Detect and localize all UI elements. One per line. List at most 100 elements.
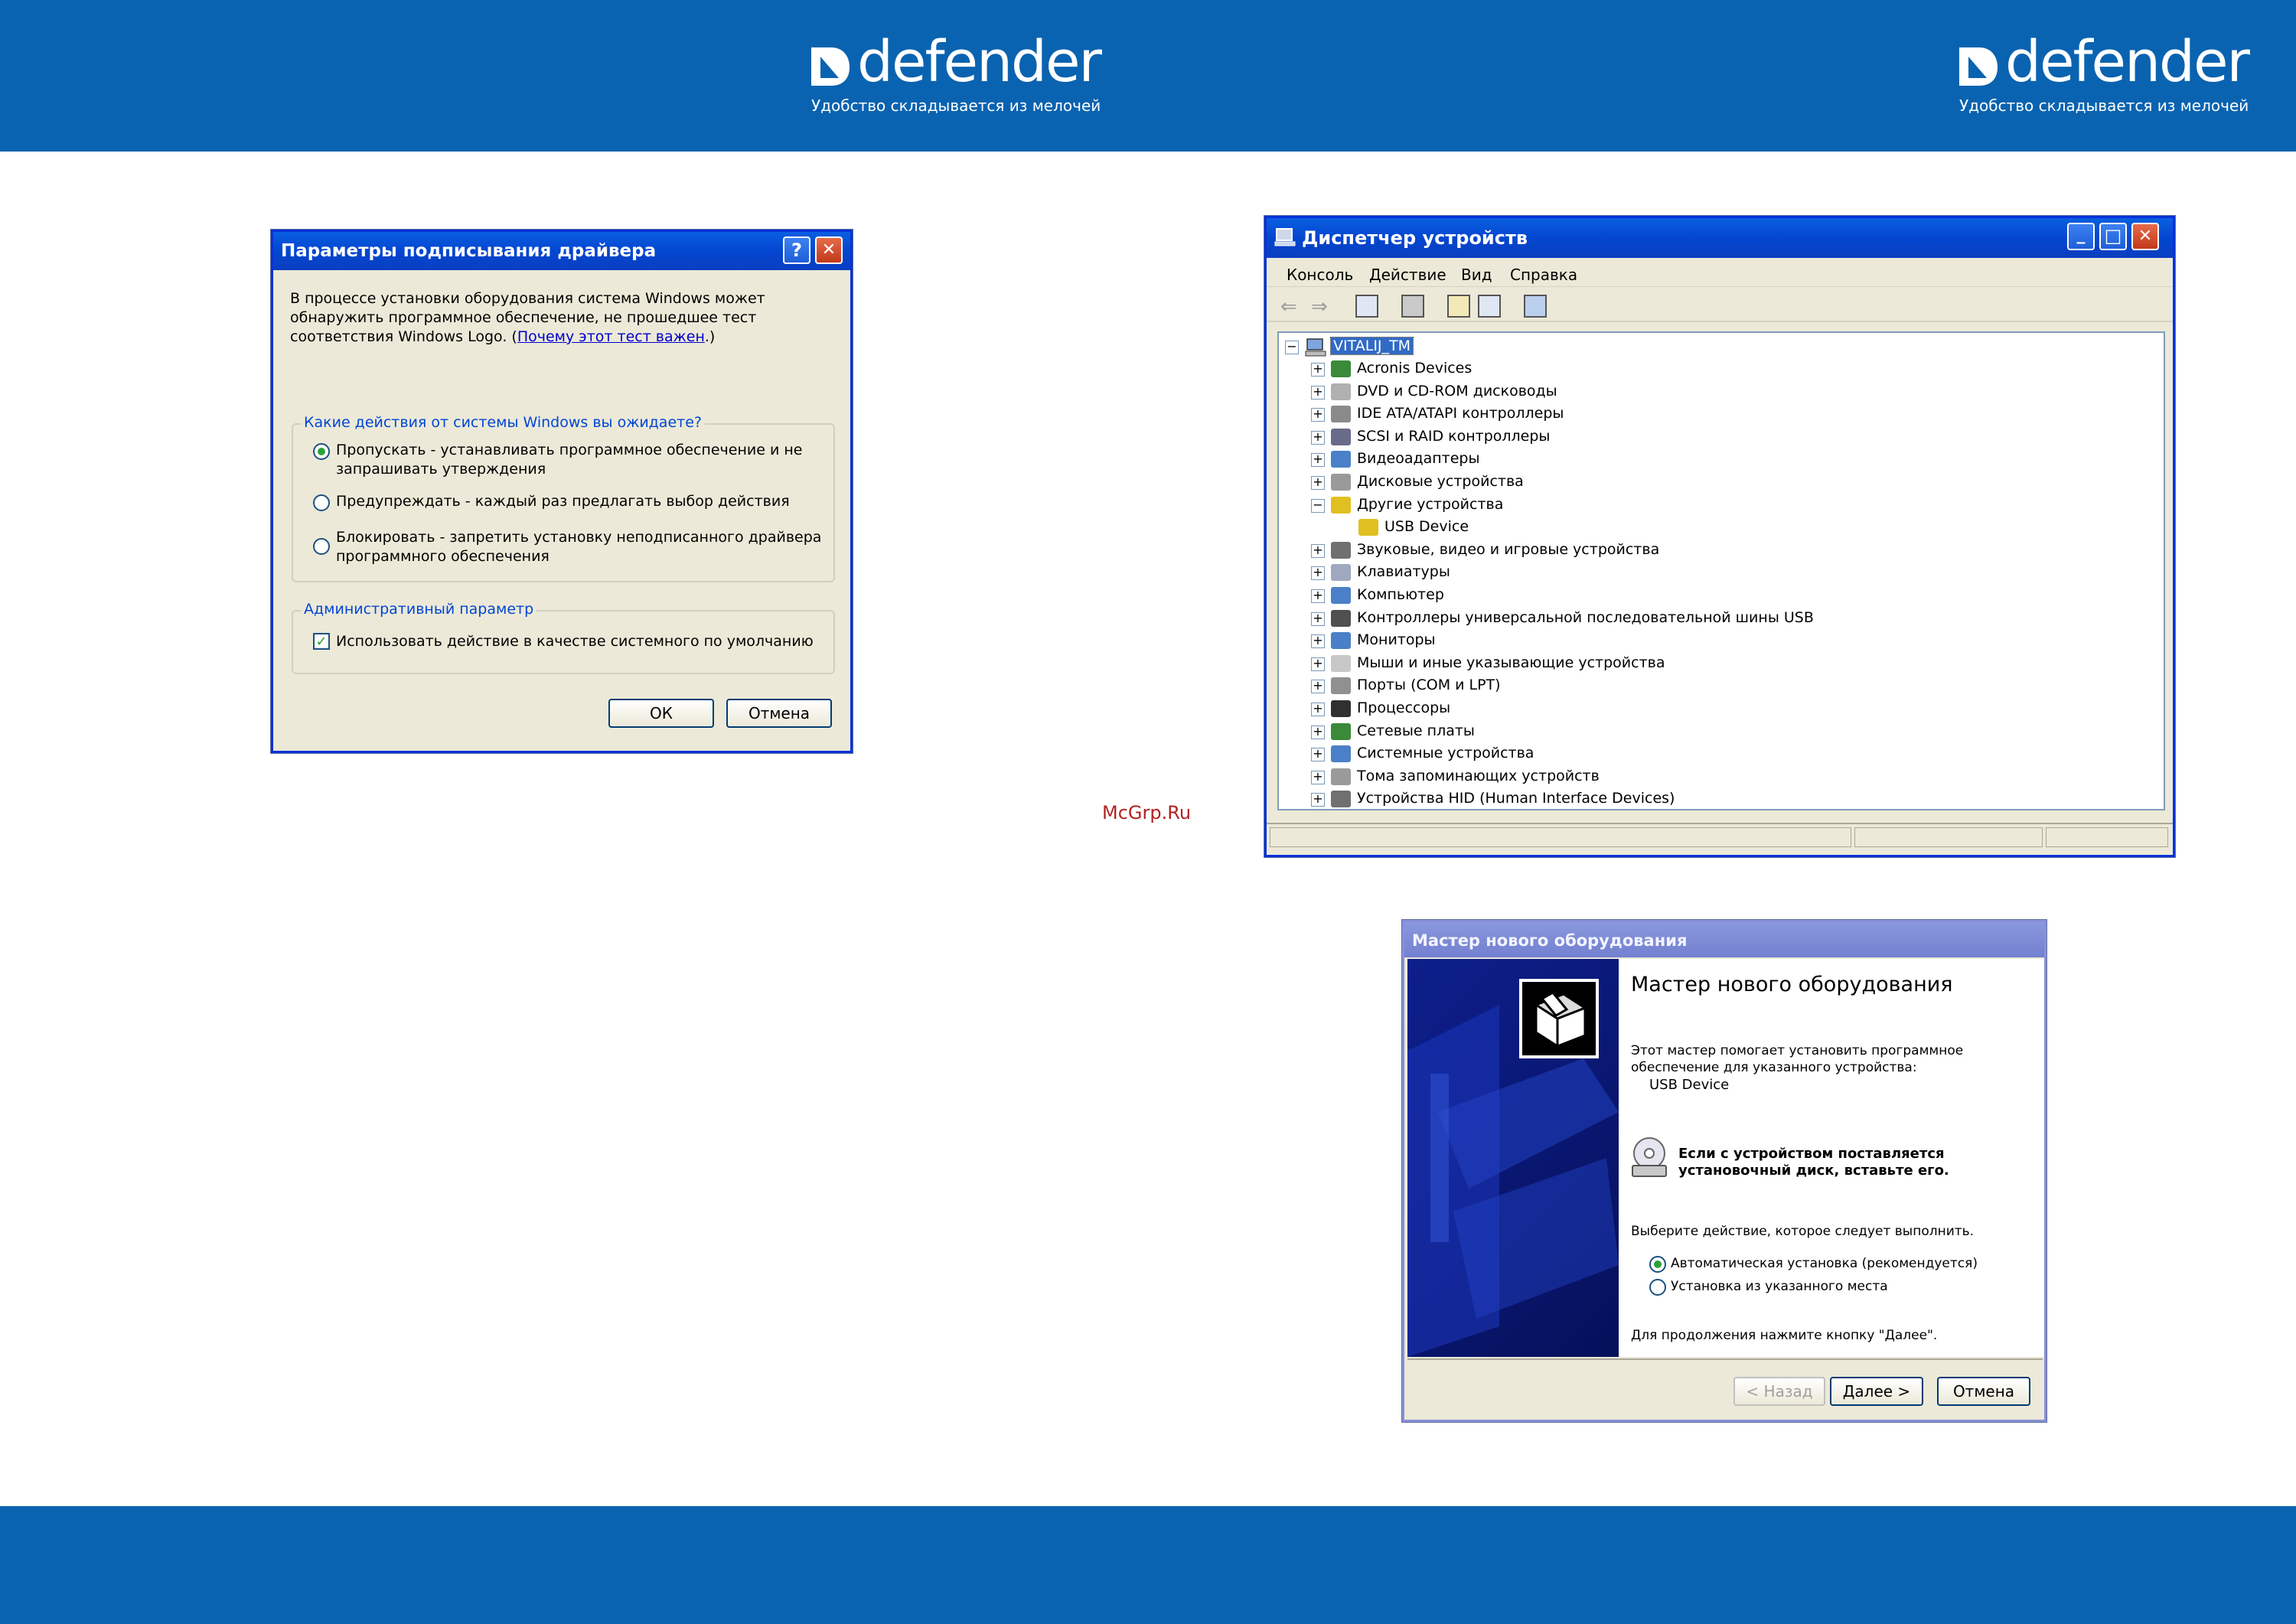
tree-item[interactable]: + Компьютер	[1279, 585, 2159, 607]
why-test-important-link[interactable]: Почему этот тест важен	[517, 328, 705, 345]
tree-item[interactable]: + SCSI и RAID контроллеры	[1279, 426, 2159, 448]
radio-manual-install[interactable]	[1649, 1279, 1666, 1296]
expand-icon[interactable]: +	[1311, 430, 1325, 445]
tree-item-label[interactable]: Дисковые устройства	[1357, 473, 1524, 490]
tree-item[interactable]: + IDE ATA/ATAPI контроллеры	[1279, 403, 2159, 426]
close-button[interactable]: ✕	[815, 236, 843, 264]
help-icon[interactable]	[1478, 295, 1501, 318]
collapse-icon[interactable]: −	[1311, 498, 1325, 513]
tree-item-label[interactable]: Звуковые, видео и игровые устройства	[1357, 541, 1659, 558]
tree-item-label[interactable]: USB Device	[1384, 518, 1469, 535]
expand-icon[interactable]: +	[1311, 566, 1325, 581]
tree-item-label[interactable]: Системные устройства	[1357, 745, 1534, 761]
radio-auto-install[interactable]	[1649, 1256, 1666, 1273]
tree-item[interactable]: + Клавиатуры	[1279, 562, 2159, 584]
tree-item-label[interactable]: SCSI и RAID контроллеры	[1357, 428, 1550, 445]
tree-item-label[interactable]: Другие устройства	[1357, 496, 1503, 513]
ok-button[interactable]: ОК	[608, 699, 714, 728]
radio-ignore-label[interactable]: Пропускать - устанавливать программное о…	[336, 442, 802, 458]
wizard-device-name: USB Device	[1649, 1077, 1730, 1093]
tree-item[interactable]: + Порты (COM и LPT)	[1279, 675, 2159, 697]
properties-icon[interactable]	[1447, 295, 1470, 318]
tree-item[interactable]: + Дисковые устройства	[1279, 471, 2159, 494]
tree-item[interactable]: + Acronis Devices	[1279, 358, 2159, 380]
menu-help[interactable]: Справка	[1510, 266, 1577, 284]
expand-icon[interactable]: +	[1311, 385, 1325, 399]
expand-icon[interactable]: +	[1311, 408, 1325, 422]
collapse-icon[interactable]: −	[1285, 341, 1299, 354]
back-arrow-icon[interactable]: ⇐	[1280, 295, 1297, 318]
tree-item[interactable]: + Процессоры	[1279, 698, 2159, 720]
expand-icon[interactable]: +	[1311, 703, 1325, 716]
radio-block[interactable]	[313, 538, 330, 555]
tree-item-label[interactable]: DVD и CD-ROM дисководы	[1357, 383, 1557, 399]
tree-item-label[interactable]: Acronis Devices	[1357, 360, 1472, 377]
expand-icon[interactable]: +	[1311, 543, 1325, 558]
root-label[interactable]: VITALIJ_TM	[1329, 337, 1414, 355]
tree-item-label[interactable]: Мыши и иные указывающие устройства	[1357, 654, 1665, 671]
default-action-checkbox[interactable]: ✓	[313, 633, 330, 650]
tree-root[interactable]: − VITALIJ_TM	[1279, 336, 2159, 358]
tree-item[interactable]: + DVD и CD-ROM дисководы	[1279, 381, 2159, 403]
dialog-title: Параметры подписывания драйвера	[281, 241, 657, 261]
tree-item[interactable]: + Сетевые платы	[1279, 721, 2159, 743]
expand-icon[interactable]: +	[1311, 657, 1325, 671]
wizard-title: Мастер нового оборудования	[1412, 931, 1688, 950]
tree-item-label[interactable]: IDE ATA/ATAPI контроллеры	[1357, 405, 1564, 422]
expand-icon[interactable]: +	[1311, 589, 1325, 603]
close-button[interactable]: ✕	[2131, 223, 2159, 250]
tree-item-label[interactable]: Видеоадаптеры	[1357, 450, 1480, 467]
expand-icon[interactable]: +	[1311, 453, 1325, 468]
default-action-label[interactable]: Использовать действие в качестве системн…	[336, 633, 814, 650]
scan-hardware-icon[interactable]	[1524, 295, 1547, 318]
tree-item-label[interactable]: Клавиатуры	[1357, 563, 1450, 580]
expand-icon[interactable]: +	[1311, 363, 1325, 377]
tree-item-label[interactable]: Устройства HID (Human Interface Devices)	[1357, 790, 1675, 807]
menu-action[interactable]: Действие	[1369, 266, 1446, 284]
radio-auto-install-label[interactable]: Автоматическая установка (рекомендуется)	[1671, 1256, 1978, 1271]
tree-item-label[interactable]: Процессоры	[1357, 699, 1450, 716]
next-button[interactable]: Далее >	[1830, 1377, 1923, 1406]
radio-block-label[interactable]: Блокировать - запретить установку неподп…	[336, 529, 821, 546]
radio-ignore[interactable]	[313, 443, 330, 460]
tree-item[interactable]: + Мониторы	[1279, 630, 2159, 652]
print-icon[interactable]	[1401, 295, 1424, 318]
tree-item[interactable]: + Устройства HID (Human Interface Devices…	[1279, 788, 2159, 809]
cancel-button[interactable]: Отмена	[1937, 1377, 2030, 1406]
expand-icon[interactable]: +	[1311, 680, 1325, 694]
console-tree-icon[interactable]	[1355, 295, 1378, 318]
tree-item[interactable]: + Контроллеры универсальной последователь…	[1279, 608, 2159, 630]
tree-item[interactable]: − Другие устройства	[1279, 494, 2159, 517]
minimize-button[interactable]: _	[2067, 223, 2095, 250]
expand-icon[interactable]: +	[1311, 770, 1325, 784]
tree-item[interactable]: USB Device	[1279, 517, 2159, 539]
tree-item-label[interactable]: Контроллеры универсальной последовательн…	[1357, 609, 1814, 626]
back-button[interactable]: < Назад	[1733, 1377, 1825, 1406]
brand-name: defender	[857, 29, 1102, 95]
expand-icon[interactable]: +	[1311, 634, 1325, 649]
menu-console[interactable]: Консоль	[1287, 266, 1353, 284]
expand-icon[interactable]: +	[1311, 725, 1325, 739]
tree-item[interactable]: + Звуковые, видео и игровые устройства	[1279, 540, 2159, 562]
tree-item-label[interactable]: Порты (COM и LPT)	[1357, 677, 1501, 693]
menu-view[interactable]: Вид	[1461, 266, 1492, 284]
radio-manual-install-label[interactable]: Установка из указанного места	[1671, 1279, 1888, 1294]
expand-icon[interactable]: +	[1311, 748, 1325, 762]
cancel-button[interactable]: Отмена	[726, 699, 832, 728]
tree-item-label[interactable]: Тома запоминающих устройств	[1357, 768, 1600, 784]
maximize-button[interactable]: □	[2099, 223, 2127, 250]
forward-arrow-icon[interactable]: ⇒	[1311, 295, 1328, 318]
tree-item[interactable]: + Системные устройства	[1279, 743, 2159, 765]
expand-icon[interactable]: +	[1311, 476, 1325, 490]
help-button[interactable]: ?	[783, 236, 810, 264]
tree-item-label[interactable]: Мониторы	[1357, 631, 1436, 648]
tree-item[interactable]: + Мыши и иные указывающие устройства	[1279, 653, 2159, 675]
tree-item[interactable]: + Тома запоминающих устройств	[1279, 766, 2159, 788]
tree-item[interactable]: + Видеоадаптеры	[1279, 448, 2159, 471]
expand-icon[interactable]: +	[1311, 793, 1325, 807]
tree-item-label[interactable]: Сетевые платы	[1357, 722, 1475, 739]
radio-warn[interactable]	[313, 494, 330, 511]
tree-item-label[interactable]: Компьютер	[1357, 586, 1444, 603]
expand-icon[interactable]: +	[1311, 611, 1325, 626]
radio-warn-label[interactable]: Предупреждать - каждый раз предлагать вы…	[336, 493, 790, 510]
